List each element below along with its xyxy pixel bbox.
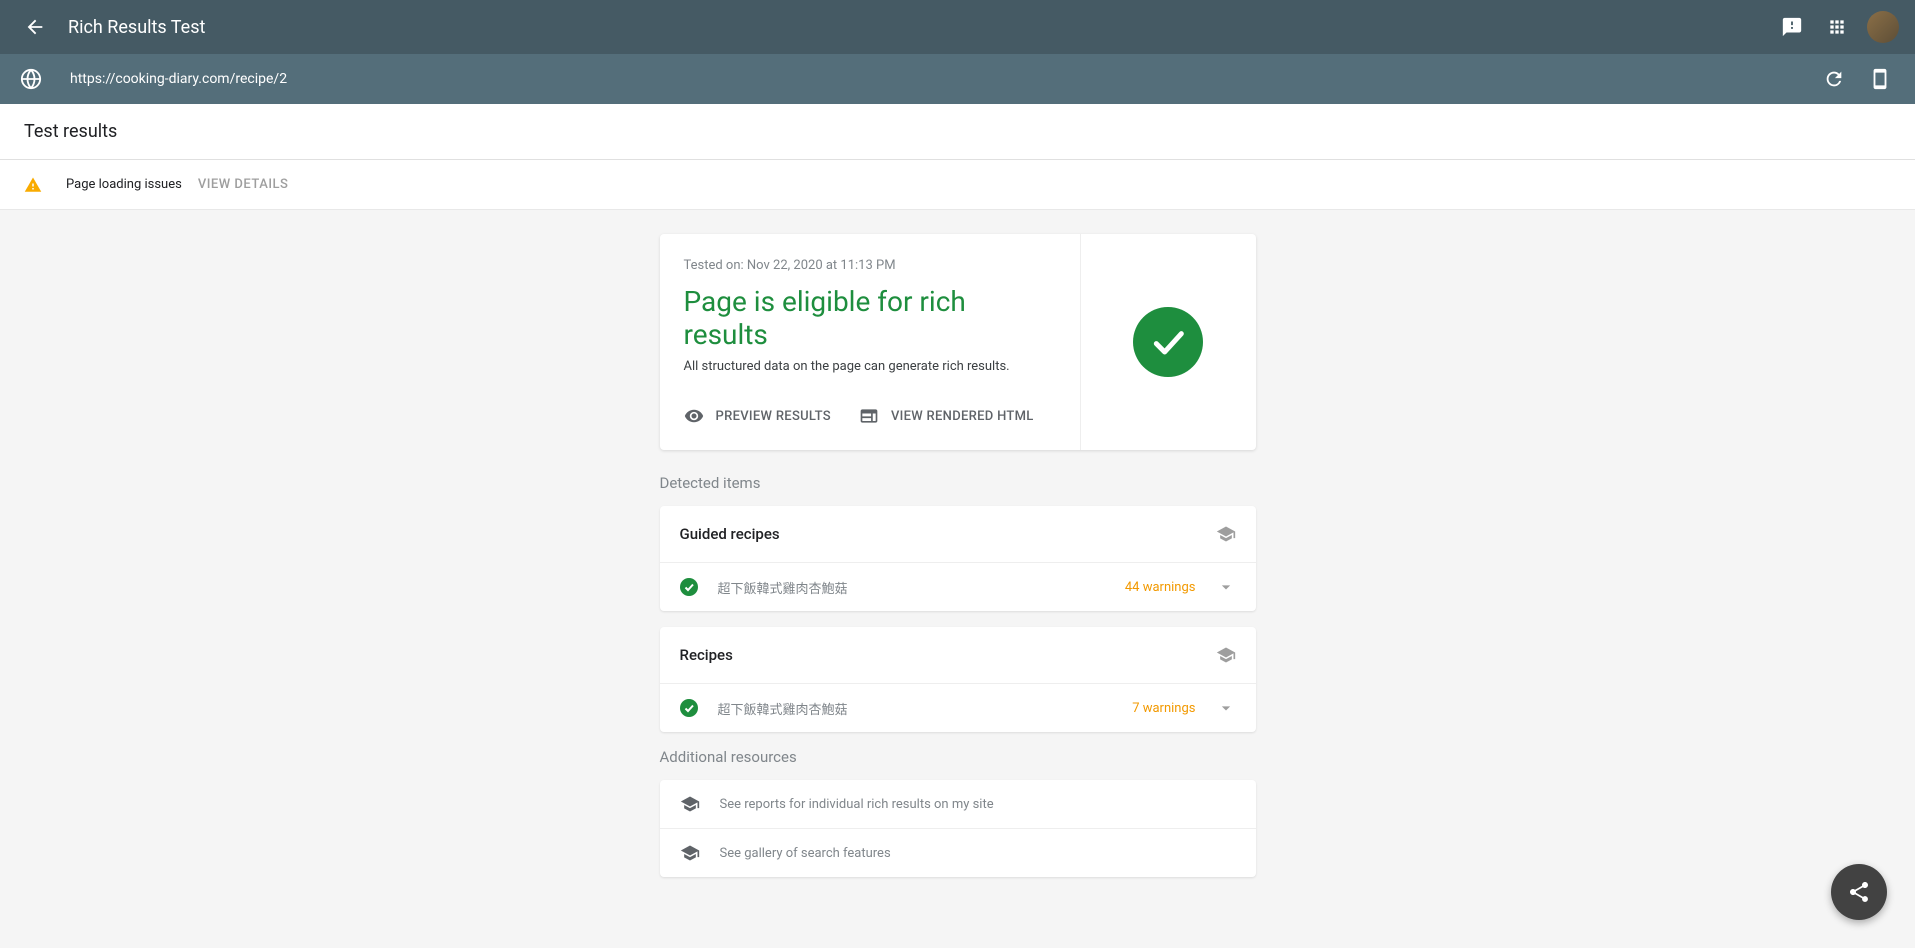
detected-row[interactable]: 超下飯韓式雞肉杏鮑菇 44 warnings bbox=[660, 563, 1256, 611]
warning-icon bbox=[24, 176, 42, 194]
view-details-button[interactable]: VIEW DETAILS bbox=[198, 177, 289, 192]
warning-bar: Page loading issues VIEW DETAILS bbox=[0, 160, 1915, 210]
warning-text: Page loading issues bbox=[66, 177, 182, 192]
feedback-icon bbox=[1781, 16, 1803, 38]
arrow-left-icon bbox=[24, 16, 46, 38]
preview-results-button[interactable]: PREVIEW RESULTS bbox=[684, 406, 831, 426]
tested-on-text: Tested on: Nov 22, 2020 at 11:13 PM bbox=[684, 258, 1056, 273]
success-check-icon bbox=[1133, 307, 1203, 377]
view-rendered-html-label: VIEW RENDERED HTML bbox=[891, 409, 1034, 424]
additional-resources-label: Additional resources bbox=[660, 748, 1256, 766]
smartphone-icon bbox=[1869, 68, 1891, 90]
page-title: Test results bbox=[24, 121, 117, 142]
view-rendered-html-button[interactable]: VIEW RENDERED HTML bbox=[859, 406, 1034, 426]
expand-button[interactable] bbox=[1216, 577, 1236, 597]
check-icon bbox=[680, 699, 698, 717]
top-header: Rich Results Test bbox=[0, 0, 1915, 54]
result-card: Tested on: Nov 22, 2020 at 11:13 PM Page… bbox=[660, 234, 1256, 450]
resource-row-gallery[interactable]: See gallery of search features bbox=[660, 829, 1256, 877]
resources-card: See reports for individual rich results … bbox=[660, 780, 1256, 877]
app-title: Rich Results Test bbox=[68, 17, 205, 38]
eligible-subtitle: All structured data on the page can gene… bbox=[684, 359, 1056, 374]
tested-url[interactable]: https://cooking-diary.com/recipe/2 bbox=[70, 71, 1807, 87]
graduation-cap-icon bbox=[1216, 524, 1236, 544]
refresh-button[interactable] bbox=[1815, 60, 1853, 98]
sub-header: Test results bbox=[0, 104, 1915, 160]
eligible-title: Page is eligible for rich results bbox=[684, 285, 1056, 351]
detected-title: Recipes bbox=[680, 646, 733, 664]
eye-icon bbox=[684, 406, 704, 426]
user-avatar[interactable] bbox=[1867, 11, 1899, 43]
detected-card-guided-recipes: Guided recipes 超下飯韓式雞肉杏鮑菇 44 warnings bbox=[660, 506, 1256, 611]
feedback-button[interactable] bbox=[1773, 8, 1811, 46]
item-name: 超下飯韓式雞肉杏鮑菇 bbox=[718, 699, 1133, 718]
preview-results-label: PREVIEW RESULTS bbox=[716, 409, 831, 424]
refresh-icon bbox=[1823, 68, 1845, 90]
detected-card-recipes: Recipes 超下飯韓式雞肉杏鮑菇 7 warnings bbox=[660, 627, 1256, 732]
warnings-count: 44 warnings bbox=[1125, 580, 1196, 595]
chevron-down-icon bbox=[1216, 698, 1236, 718]
graduation-cap-icon bbox=[680, 794, 700, 814]
warnings-count: 7 warnings bbox=[1132, 701, 1195, 716]
apps-button[interactable] bbox=[1819, 9, 1855, 45]
learn-more-button[interactable] bbox=[1216, 645, 1236, 665]
detected-title: Guided recipes bbox=[680, 525, 780, 543]
graduation-cap-icon bbox=[680, 843, 700, 863]
expand-button[interactable] bbox=[1216, 698, 1236, 718]
detected-row[interactable]: 超下飯韓式雞肉杏鮑菇 7 warnings bbox=[660, 684, 1256, 732]
resource-text: See reports for individual rich results … bbox=[720, 797, 994, 812]
share-button[interactable] bbox=[1831, 864, 1887, 920]
learn-more-button[interactable] bbox=[1216, 524, 1236, 544]
chevron-down-icon bbox=[1216, 577, 1236, 597]
share-icon bbox=[1847, 880, 1871, 904]
resource-text: See gallery of search features bbox=[720, 846, 891, 861]
check-icon bbox=[680, 578, 698, 596]
detected-items-label: Detected items bbox=[660, 474, 1256, 492]
graduation-cap-icon bbox=[1216, 645, 1236, 665]
item-name: 超下飯韓式雞肉杏鮑菇 bbox=[718, 578, 1125, 597]
back-arrow-button[interactable] bbox=[16, 8, 54, 46]
apps-grid-icon bbox=[1827, 17, 1847, 37]
globe-icon bbox=[16, 64, 46, 94]
url-bar: https://cooking-diary.com/recipe/2 bbox=[0, 54, 1915, 104]
resource-row-reports[interactable]: See reports for individual rich results … bbox=[660, 780, 1256, 829]
web-icon bbox=[859, 406, 879, 426]
device-toggle-button[interactable] bbox=[1861, 60, 1899, 98]
content-area: Tested on: Nov 22, 2020 at 11:13 PM Page… bbox=[0, 210, 1915, 948]
